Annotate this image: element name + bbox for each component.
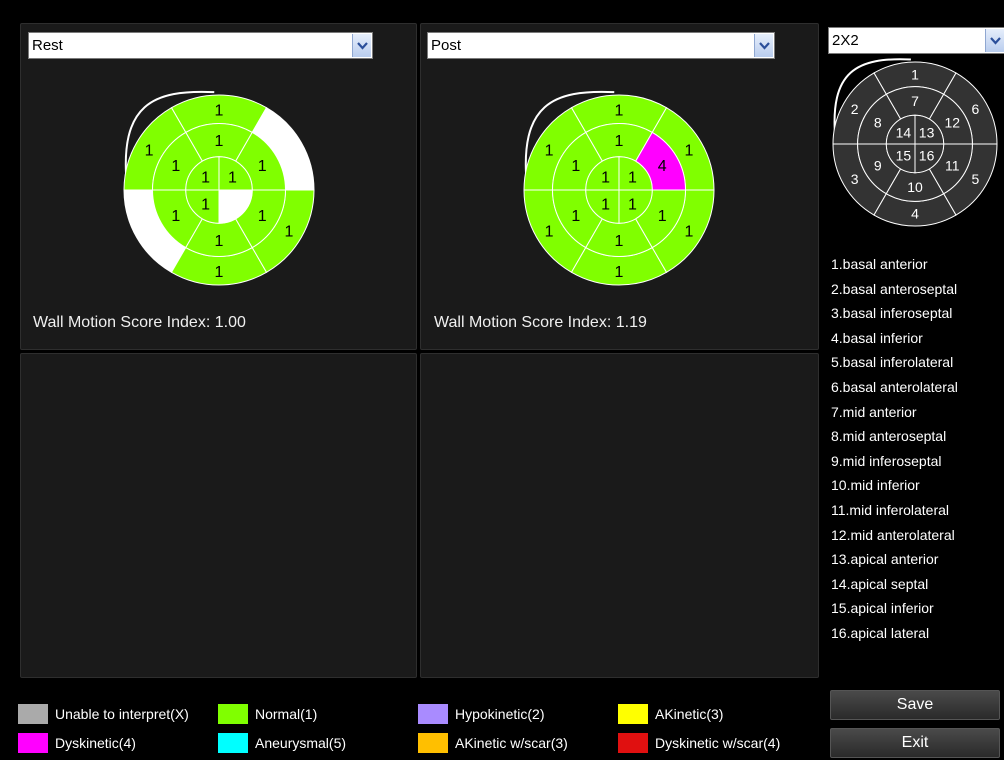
score-mid-anteroseptal: 1 (571, 158, 580, 175)
score-mid-anterolateral: 4 (658, 158, 667, 175)
post-wmsi-value: 1.19 (615, 314, 647, 331)
legend-akinetic[interactable]: AKinetic(3) (618, 704, 723, 724)
score-mid-inferoseptal: 1 (171, 208, 180, 225)
legend-swatch (618, 704, 648, 724)
score-basal-anterolateral: 1 (684, 143, 693, 160)
ref-number-16: 16 (919, 148, 935, 164)
score-apical-lateral: 1 (628, 196, 637, 213)
legend-swatch (18, 704, 48, 724)
score-apical-septal: 1 (201, 170, 210, 187)
score-basal-anteroseptal: 1 (145, 143, 154, 160)
legend-dyskinetic-scar[interactable]: Dyskinetic w/scar(4) (618, 733, 780, 753)
ref-number-12: 12 (944, 114, 960, 130)
list-item: 16.apical lateral (831, 624, 930, 641)
save-button[interactable]: Save (830, 690, 1000, 720)
score-basal-anterior: 1 (215, 102, 224, 119)
score-mid-inferoseptal: 1 (571, 208, 580, 225)
ref-number-15: 15 (896, 148, 912, 164)
score-apical-anterior: 1 (628, 170, 637, 187)
ref-number-3: 3 (851, 171, 859, 187)
legend-normal[interactable]: Normal(1) (218, 704, 317, 724)
score-basal-inferoseptal: 1 (545, 223, 554, 240)
score-basal-anterior: 1 (615, 102, 624, 119)
reference-bullseye: 123456789101112131415 16 (832, 58, 998, 227)
empty-panel-bottom-right (420, 353, 819, 678)
legend-aneurysmal[interactable]: Aneurysmal(5) (218, 733, 346, 753)
ref-number-4: 4 (911, 206, 919, 222)
post-wmsi: Wall Motion Score Index: 1.19 (434, 314, 647, 331)
post-bullseye[interactable]: 111111111114111 1 (421, 24, 820, 351)
ref-number-9: 9 (874, 158, 882, 174)
chevron-down-icon[interactable] (985, 29, 1004, 52)
ref-number-1: 1 (911, 66, 919, 82)
score-basal-inferolateral: 1 (284, 223, 293, 240)
ref-number-5: 5 (971, 171, 979, 187)
score-basal-inferior: 1 (215, 264, 224, 281)
post-panel: Post 1111111111141111 Wall Motion Score … (420, 23, 819, 350)
score-apical-anterior: 1 (228, 170, 237, 187)
legend-unable-to-interpret[interactable]: Unable to interpret(X) (18, 704, 189, 724)
list-item: 9.mid inferoseptal (831, 452, 942, 469)
list-item: 1.basal anterior (831, 256, 928, 272)
list-item: 3.basal inferoseptal (831, 305, 953, 322)
score-mid-anteroseptal: 1 (171, 158, 180, 175)
score-mid-anterior: 1 (215, 133, 224, 150)
legend-akinetic-scar[interactable]: AKinetic w/scar(3) (418, 733, 568, 753)
ref-number-6: 6 (971, 101, 979, 117)
list-item: 5.basal inferolateral (831, 354, 954, 371)
ref-number-8: 8 (874, 114, 882, 130)
legend-swatch (218, 733, 248, 753)
score-basal-inferolateral: 1 (684, 223, 693, 240)
ref-number-7: 7 (911, 93, 919, 109)
score-mid-inferior: 1 (615, 233, 624, 250)
score-apical-inferior: 1 (601, 196, 610, 213)
legend-swatch (618, 733, 648, 753)
layout-select-value: 2X2 (832, 32, 859, 49)
list-item: 13.apical anterior (831, 551, 939, 568)
layout-select[interactable]: 2X2 (828, 27, 1004, 54)
ref-number-14: 14 (896, 124, 912, 140)
legend-swatch (418, 733, 448, 753)
score-mid-anterior: 1 (615, 133, 624, 150)
score-mid-inferolateral: 1 (258, 208, 267, 225)
list-item: 6.basal anterolateral (831, 378, 958, 395)
score-mid-inferolateral: 1 (658, 208, 667, 225)
ref-number-13: 13 (919, 124, 935, 140)
legend-swatch (418, 704, 448, 724)
segment-name-list: 1.basal anterior 2.basal anteroseptal 3.… (831, 252, 958, 646)
list-item: 7.mid anterior (831, 403, 917, 420)
score-basal-inferior: 1 (615, 264, 624, 281)
score-mid-anterolateral: 1 (258, 158, 267, 175)
legend-swatch (218, 704, 248, 724)
ref-number-10: 10 (907, 179, 923, 195)
rest-bullseye[interactable]: 1111111111111 (21, 24, 418, 351)
score-mid-inferior: 1 (215, 233, 224, 250)
list-item: 11.mid inferolateral (831, 501, 950, 518)
list-item: 15.apical inferior (831, 600, 934, 617)
score-apical-inferior: 1 (201, 196, 210, 213)
exit-button[interactable]: Exit (830, 728, 1000, 758)
rest-wmsi-value: 1.00 (214, 314, 246, 331)
legend-hypokinetic[interactable]: Hypokinetic(2) (418, 704, 544, 724)
list-item: 4.basal inferior (831, 329, 923, 346)
rest-panel: Rest 1111111111111 Wall Motion Score Ind… (20, 23, 417, 350)
list-item: 12.mid anterolateral (831, 526, 955, 543)
list-item: 8.mid anteroseptal (831, 428, 947, 445)
empty-panel-bottom-left (20, 353, 417, 678)
score-basal-anteroseptal: 1 (545, 143, 554, 160)
score-apical-septal: 1 (601, 170, 610, 187)
legend-dyskinetic[interactable]: Dyskinetic(4) (18, 733, 136, 753)
legend-swatch (18, 733, 48, 753)
list-item: 10.mid inferior (831, 477, 920, 494)
rest-wmsi: Wall Motion Score Index: 1.00 (33, 314, 246, 331)
list-item: 2.basal anteroseptal (831, 280, 958, 297)
ref-number-2: 2 (851, 101, 859, 117)
ref-number-11: 11 (945, 158, 960, 174)
list-item: 14.apical septal (831, 575, 929, 592)
